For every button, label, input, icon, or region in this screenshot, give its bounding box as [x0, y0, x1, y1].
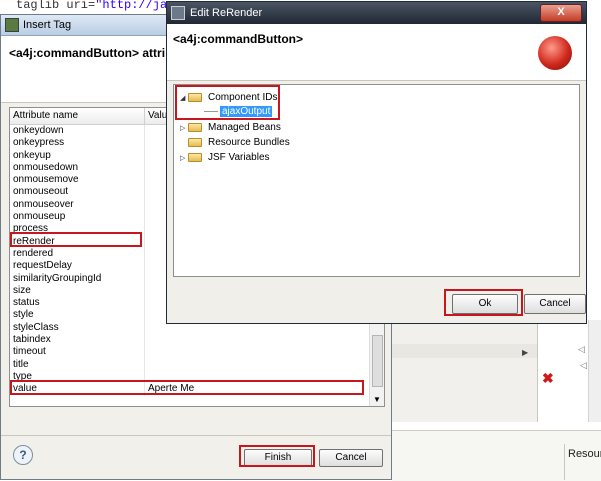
- insert-tag-heading: <a4j:commandButton> attri: [9, 46, 166, 60]
- edit-rerender-titlebar[interactable]: Edit ReRender X: [167, 2, 586, 24]
- cancel-button[interactable]: Cancel: [319, 449, 383, 467]
- tree-node-label: Managed Beans: [208, 122, 281, 133]
- attribute-name-cell[interactable]: onmouseout: [10, 186, 145, 199]
- cancel-button[interactable]: Cancel: [524, 294, 586, 314]
- vertical-scrollbar[interactable]: [588, 320, 601, 422]
- attribute-name-cell[interactable]: status: [10, 297, 145, 310]
- attribute-name-cell[interactable]: onkeyup: [10, 149, 145, 162]
- properties-pane: [392, 320, 538, 422]
- attribute-name-cell[interactable]: style: [10, 309, 145, 322]
- divider: [1, 435, 391, 436]
- attribute-name-cell[interactable]: onkeypress: [10, 137, 145, 150]
- edit-rerender-header: <a4j:commandButton>: [167, 24, 586, 81]
- scroll-right-icon[interactable]: ▶: [522, 348, 528, 357]
- close-button[interactable]: X: [540, 4, 582, 22]
- attribute-name-cell[interactable]: similarityGroupingId: [10, 272, 145, 285]
- attribute-name-cell[interactable]: onmouseover: [10, 198, 145, 212]
- attribute-value-cell[interactable]: [145, 359, 372, 371]
- folder-icon: [188, 153, 202, 162]
- edit-rerender-dialog: Edit ReRender X <a4j:commandButton> ◢ Co…: [166, 1, 587, 324]
- side-panel: ▶ ✖ ◁ ◁ Resourc: [392, 320, 601, 481]
- component-ids-highlight: [175, 85, 280, 120]
- folder-icon: [188, 123, 202, 132]
- attribute-name-cell[interactable]: onmouseup: [10, 211, 145, 224]
- insert-tag-title: Insert Tag: [23, 19, 72, 31]
- scrollbar-thumb[interactable]: [372, 335, 383, 387]
- scroll-down-icon[interactable]: ▼: [373, 395, 381, 404]
- attribute-name-cell[interactable]: size: [10, 284, 145, 298]
- tree-node-managed-beans[interactable]: ▷ Managed Beans: [180, 121, 283, 134]
- edit-rerender-title: Edit ReRender: [190, 7, 263, 19]
- attribute-name-cell[interactable]: styleClass: [10, 321, 145, 335]
- tree-node-label: JSF Variables: [208, 152, 270, 163]
- edit-rerender-heading: <a4j:commandButton>: [173, 32, 304, 46]
- attribute-name-cell[interactable]: title: [10, 358, 145, 371]
- help-icon[interactable]: ?: [13, 445, 33, 465]
- column-divider: [564, 444, 565, 480]
- delete-icon[interactable]: ✖: [542, 370, 554, 387]
- attribute-name-cell[interactable]: onmousemove: [10, 174, 145, 187]
- tree-expander-icon[interactable]: ◁: [580, 360, 587, 371]
- attribute-name-cell[interactable]: onkeydown: [10, 125, 145, 138]
- column-header-attribute[interactable]: Attribute name: [10, 108, 145, 124]
- attribute-name-cell[interactable]: requestDelay: [10, 260, 145, 273]
- tree-expander-icon[interactable]: ◁: [578, 344, 585, 355]
- collapsed-triangle-icon[interactable]: ▷: [180, 124, 188, 132]
- finish-button-highlight: [239, 445, 315, 467]
- attribute-value-cell[interactable]: [145, 346, 372, 358]
- attribute-name-cell[interactable]: onmousedown: [10, 161, 145, 175]
- code-line: taglib uri="http://ja: [16, 0, 168, 12]
- richfaces-logo-icon: [538, 36, 572, 70]
- attribute-name-cell[interactable]: rendered: [10, 247, 145, 261]
- resource-column-header[interactable]: Resourc: [568, 448, 601, 460]
- folder-icon: [188, 138, 202, 147]
- table-row[interactable]: title: [10, 358, 372, 371]
- attribute-name-cell[interactable]: timeout: [10, 346, 145, 359]
- value-row-highlight: [10, 380, 364, 395]
- table-row[interactable]: timeout: [10, 346, 372, 359]
- table-row[interactable]: tabindex: [10, 334, 372, 347]
- attribute-value-cell[interactable]: [145, 334, 372, 346]
- app-icon: [5, 18, 19, 32]
- app-icon: [171, 6, 185, 20]
- tree-node-jsf-variables[interactable]: ▷ JSF Variables: [180, 151, 272, 164]
- tree-node-resource-bundles[interactable]: Resource Bundles: [180, 136, 292, 149]
- rerender-row-highlight: [10, 232, 142, 247]
- horizontal-scrollbar[interactable]: [392, 344, 537, 358]
- attribute-name-cell[interactable]: tabindex: [10, 334, 145, 347]
- collapsed-triangle-icon[interactable]: ▷: [180, 154, 188, 162]
- ok-button-highlight: [444, 289, 523, 316]
- tree-node-label: Resource Bundles: [208, 137, 290, 148]
